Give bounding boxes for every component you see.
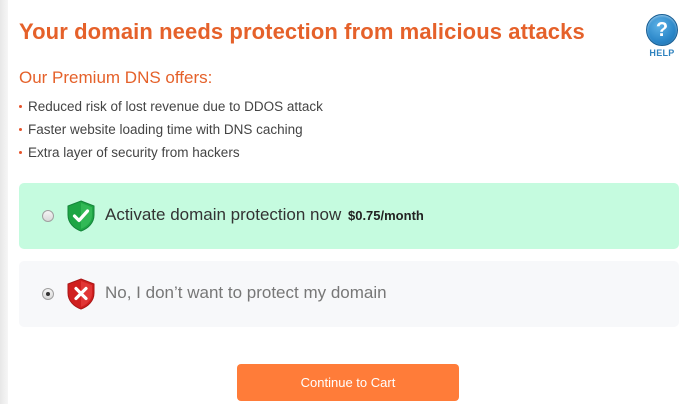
offer-heading: Our Premium DNS offers: <box>19 68 213 87</box>
option-decline-protection[interactable]: No, I don’t want to protect my domain <box>19 261 679 327</box>
window-left-edge <box>0 0 8 404</box>
shield-x-icon <box>66 278 96 310</box>
continue-to-cart-button[interactable]: Continue to Cart <box>237 364 459 401</box>
benefits-list: Reduced risk of lost revenue due to DDOS… <box>19 99 323 168</box>
help-button[interactable]: ? HELP <box>644 14 680 62</box>
help-label[interactable]: HELP <box>644 48 680 58</box>
decline-protection-radio[interactable] <box>42 288 54 300</box>
price-label: $0.75/month <box>347 208 424 223</box>
activate-protection-radio[interactable] <box>42 210 54 222</box>
domain-protection-page: Your domain needs protection from malici… <box>0 0 697 404</box>
help-icon[interactable]: ? <box>646 14 678 46</box>
page-title: Your domain needs protection from malici… <box>19 19 585 44</box>
decline-protection-label[interactable]: No, I don’t want to protect my domain <box>105 283 387 303</box>
benefit-item: Extra layer of security from hackers <box>19 145 323 168</box>
option-activate-protection[interactable]: Activate domain protection now $0.75/mon… <box>19 183 679 249</box>
activate-protection-text[interactable]: Activate domain protection now $0.75/mon… <box>105 205 424 225</box>
activate-protection-label[interactable]: Activate domain protection now <box>105 205 341 224</box>
shield-check-icon <box>66 200 96 232</box>
benefit-item: Faster website loading time with DNS cac… <box>19 122 323 145</box>
benefit-item: Reduced risk of lost revenue due to DDOS… <box>19 99 323 122</box>
